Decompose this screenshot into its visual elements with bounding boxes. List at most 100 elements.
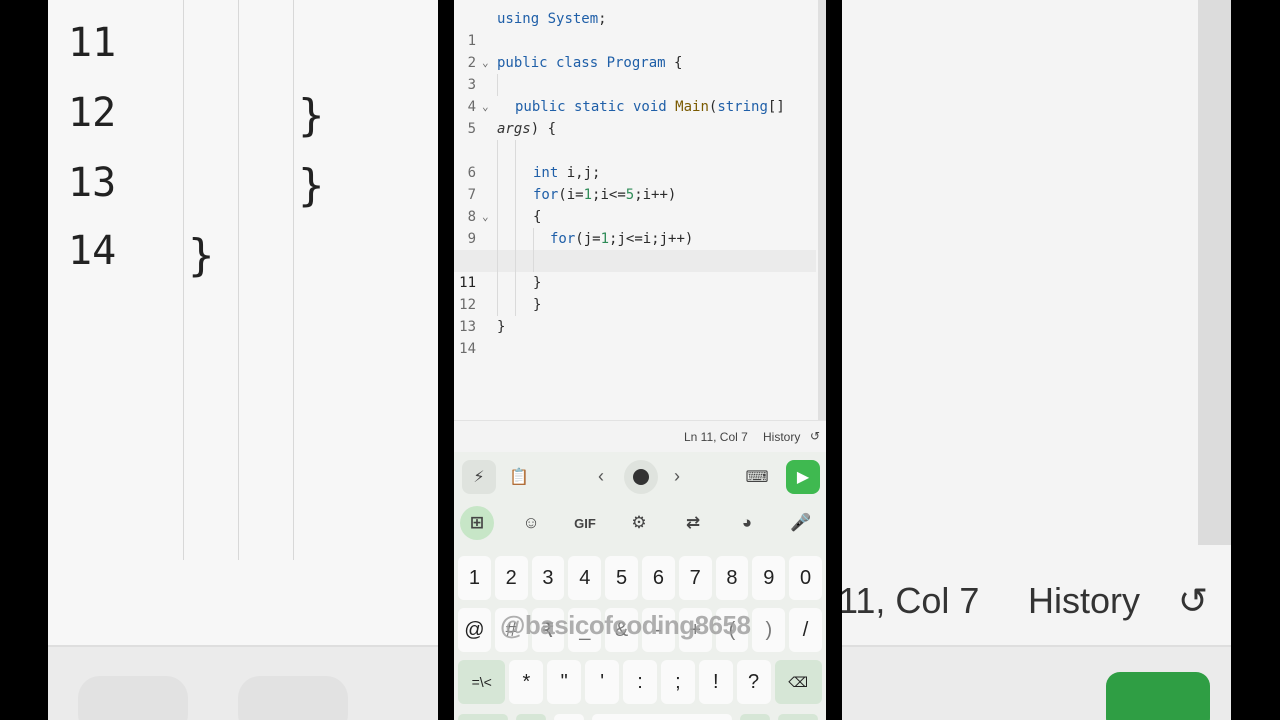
indent-guide — [515, 140, 516, 162]
apps-grid-icon[interactable]: ⊞ — [460, 506, 494, 540]
background-guide — [183, 0, 184, 560]
code-text: using System; — [497, 11, 607, 27]
fold-chevron-icon[interactable]: ⌄ — [482, 52, 489, 74]
background-run-button — [1106, 672, 1210, 720]
background-guide — [293, 0, 294, 560]
key[interactable]: 8 — [715, 556, 749, 600]
code-line-active[interactable]: 11 — [454, 250, 816, 291]
code-text-wrap: args) { — [497, 121, 557, 137]
editor-scrollbar[interactable] — [818, 0, 826, 420]
code-line[interactable]: 8 for(i=1;i<=5;i++) — [454, 184, 816, 225]
key[interactable]: 0 — [789, 556, 822, 600]
backspace-icon[interactable]: ⌫ — [774, 660, 822, 704]
gear-icon[interactable]: ⚙ — [622, 506, 656, 540]
indent-guide — [497, 140, 498, 162]
keyboard: ⚡ 📋 ‹ › ⌨ ▶ ⊞ ☺ GIF ⚙ ⇄ ◕ 🎤 1 2 3 4 5 6 … — [454, 452, 826, 720]
chevron-left-icon[interactable]: ‹ — [598, 466, 604, 487]
indent-guide — [497, 294, 498, 316]
run-button[interactable]: ▶ — [786, 460, 820, 494]
code-text: } — [533, 275, 542, 291]
code-line[interactable]: 5 ⌄ public static void Main(string[] arg… — [454, 96, 816, 140]
key[interactable]: 1 — [458, 556, 491, 600]
fold-chevron-icon[interactable]: ⌄ — [482, 206, 489, 228]
sticker-icon[interactable]: ☺ — [514, 506, 548, 540]
palette-icon[interactable]: ◕ — [730, 506, 764, 540]
key[interactable]: 2 — [494, 556, 528, 600]
code-line[interactable]: 13 } — [454, 294, 816, 335]
key[interactable]: ! — [698, 660, 733, 704]
indent-guide — [533, 228, 534, 250]
key[interactable]: : — [623, 660, 657, 704]
key[interactable]: ? — [736, 660, 771, 704]
code-line[interactable]: 14 } — [454, 316, 816, 357]
code-line[interactable]: 1 using System; — [454, 8, 816, 49]
status-bar: Ln 11, Col 7 History ↺ — [454, 420, 826, 452]
key[interactable]: / — [789, 608, 822, 652]
code-text: public static void Main(string[] — [515, 99, 785, 115]
indent-guide — [497, 162, 498, 184]
code-line[interactable]: 3 ⌄ public class Program { — [454, 52, 816, 93]
code-line[interactable]: 6 — [454, 140, 816, 181]
partial-key[interactable] — [554, 714, 584, 720]
space-key[interactable] — [592, 714, 732, 720]
code-text: public class Program { — [497, 55, 683, 71]
key[interactable]: 5 — [605, 556, 638, 600]
indent-guide — [497, 184, 498, 206]
symbols-switch-key[interactable]: =\< — [458, 660, 506, 704]
code-text: } — [533, 297, 542, 313]
key[interactable]: ' — [585, 660, 620, 704]
background-history: History — [1028, 580, 1141, 621]
lightning-icon[interactable]: ⚡ — [462, 460, 496, 494]
phone-screen: 1 using System; 2 3 ⌄ public class Progr… — [438, 0, 842, 720]
partial-key[interactable] — [458, 714, 508, 720]
keyboard-suggestion-bar: ⊞ ☺ GIF ⚙ ⇄ ◕ 🎤 — [454, 506, 826, 542]
background-line-number: 14 — [68, 228, 117, 274]
dot-icon — [633, 469, 649, 485]
code-text: { — [533, 209, 542, 225]
code-line[interactable]: 4 — [454, 74, 816, 115]
cursor-position: Ln 11, Col 7 — [684, 430, 748, 444]
chevron-right-icon[interactable]: › — [674, 466, 680, 487]
background-brace: } — [188, 230, 215, 281]
key[interactable]: 4 — [568, 556, 602, 600]
key[interactable]: 6 — [641, 556, 675, 600]
history-button[interactable]: History — [763, 430, 800, 444]
keyboard-row-digits: 1 2 3 4 5 6 7 8 9 0 — [458, 556, 822, 600]
fold-chevron-icon[interactable]: ⌄ — [482, 96, 489, 118]
code-line[interactable]: 10 for(j=1;j<=i;j++) — [454, 228, 816, 269]
keyboard-row-partial — [458, 714, 822, 720]
history-icon[interactable]: ↺ — [810, 429, 820, 443]
key[interactable]: 7 — [678, 556, 712, 600]
key[interactable]: * — [509, 660, 544, 704]
key[interactable]: " — [547, 660, 582, 704]
code-line[interactable]: 2 — [454, 30, 816, 71]
code-area[interactable]: 1 using System; 2 3 ⌄ public class Progr… — [454, 8, 816, 357]
clipboard-icon[interactable]: 📋 — [502, 460, 536, 494]
code-line[interactable]: 7 int i,j; — [454, 162, 816, 203]
indent-guide — [533, 250, 534, 272]
line-number: 5 — [467, 121, 476, 137]
code-text: for(j=1;j<=i;j++) — [550, 231, 694, 247]
partial-key[interactable] — [778, 714, 818, 720]
key[interactable]: 9 — [752, 556, 786, 600]
gif-button[interactable]: GIF — [568, 506, 602, 540]
code-editor[interactable]: 1 using System; 2 3 ⌄ public class Progr… — [454, 0, 826, 452]
translate-icon[interactable]: ⇄ — [676, 506, 710, 540]
key[interactable]: @ — [458, 608, 491, 652]
background-history-icon: ↺ — [1178, 580, 1209, 621]
key[interactable]: ) — [752, 608, 786, 652]
background-brace: } — [298, 90, 325, 141]
background-scrollbar — [1198, 0, 1231, 545]
keyboard-icon[interactable]: ⌨ — [740, 460, 774, 494]
cursor-dot-button[interactable] — [624, 460, 658, 494]
microphone-icon[interactable]: 🎤 — [784, 506, 818, 540]
key[interactable]: 3 — [531, 556, 565, 600]
partial-key[interactable] — [516, 714, 546, 720]
code-line[interactable]: 9 ⌄ { — [454, 206, 816, 247]
key[interactable]: ; — [660, 660, 695, 704]
code-line[interactable]: 12 } — [454, 272, 816, 313]
indent-guide — [515, 272, 516, 294]
partial-key[interactable] — [740, 714, 770, 720]
background-line-number: 11 — [68, 20, 117, 66]
indent-guide — [515, 162, 516, 184]
